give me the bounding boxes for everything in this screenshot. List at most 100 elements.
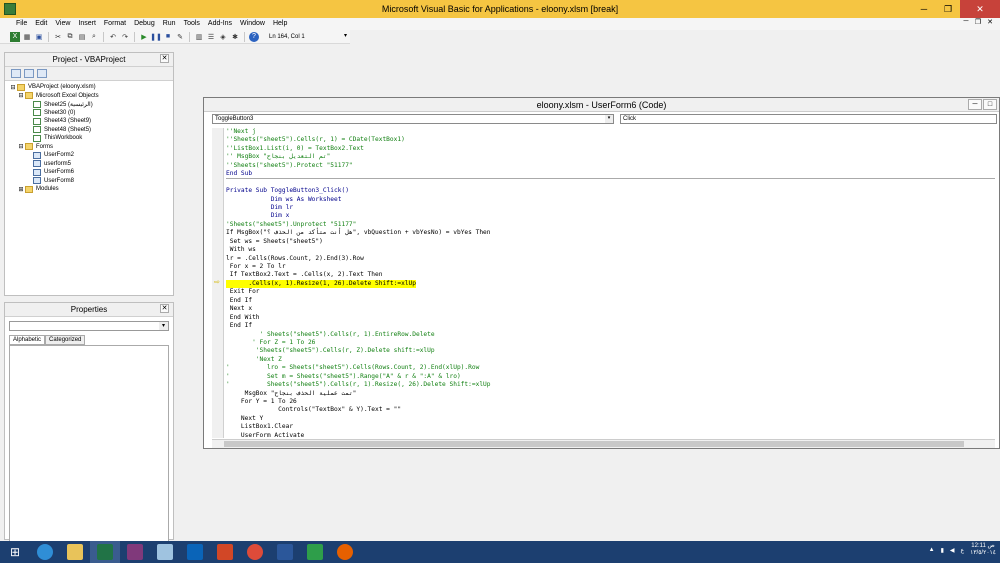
store-icon[interactable] bbox=[300, 541, 330, 563]
code-line[interactable]: ' Sheets("sheet5").Cells(r, 1).EntireRow… bbox=[226, 331, 995, 339]
code-line[interactable]: Controls("TextBox" & Y).Text = "" bbox=[226, 406, 995, 414]
onenote-icon[interactable] bbox=[120, 541, 150, 563]
project-explorer-icon[interactable]: ▥ bbox=[194, 32, 204, 42]
run-icon[interactable]: ▶ bbox=[139, 32, 149, 42]
procedure-combo[interactable]: Click bbox=[620, 114, 997, 124]
menu-edit[interactable]: Edit bbox=[31, 18, 51, 30]
properties-close-icon[interactable]: ✕ bbox=[160, 304, 169, 313]
menu-file[interactable]: File bbox=[12, 18, 31, 30]
project-close-icon[interactable]: ✕ bbox=[160, 54, 169, 63]
tree-item[interactable]: ⊞ Modules bbox=[9, 185, 169, 194]
code-line[interactable]: Next x bbox=[226, 305, 995, 313]
expander-icon[interactable]: ⊟ bbox=[17, 143, 25, 150]
chevron-down-icon[interactable]: ▾ bbox=[159, 322, 168, 330]
code-lines[interactable]: ''Next j ''Sheets("sheet5").Cells(r, 1) =… bbox=[226, 128, 995, 438]
paste-icon[interactable]: ▤ bbox=[77, 32, 87, 42]
minimize-button[interactable]: ─ bbox=[912, 0, 936, 18]
code-line[interactable]: End If bbox=[226, 322, 995, 330]
close-button[interactable]: ✕ bbox=[960, 0, 1000, 18]
network-icon[interactable]: ▮ bbox=[941, 547, 944, 554]
code-line[interactable]: Private Sub ToggleButton3_Click() bbox=[226, 187, 995, 195]
tree-item[interactable]: ⊟ VBAProject (eloony.xlsm) bbox=[9, 83, 169, 92]
code-line[interactable]: If TextBox2.Text = .Cells(x, 2).Text The… bbox=[226, 271, 995, 279]
mdi-restore-button[interactable]: ❐ bbox=[972, 18, 984, 26]
tree-item[interactable]: ⊟ Microsoft Excel Objects bbox=[9, 92, 169, 101]
break-icon[interactable]: ❚❚ bbox=[150, 32, 162, 42]
tree-item[interactable]: Sheet48 (Sheet5) bbox=[9, 126, 169, 135]
tree-item[interactable]: Sheet25 (الرئيسية) bbox=[9, 100, 169, 109]
code-line[interactable]: If MsgBox("هل أنت متأكد من الحذف ؟", vbQ… bbox=[226, 229, 995, 237]
code-line[interactable]: ''Next j bbox=[226, 128, 995, 136]
code-line[interactable]: '' MsgBox "تم التعديل بنجاح" bbox=[226, 153, 995, 161]
code-line[interactable]: MsgBox "تمت عملية الحذف بنجاح" bbox=[226, 390, 995, 398]
tree-item[interactable]: UserForm6 bbox=[9, 168, 169, 177]
code-line[interactable]: Dim lr bbox=[226, 204, 995, 212]
code-line[interactable]: 'Next Z bbox=[226, 356, 995, 364]
toolbar-options-icon[interactable]: ▾ bbox=[344, 32, 349, 42]
code-line[interactable]: ' Sheets("sheet5").Cells(r, 1).Resize(, … bbox=[226, 381, 995, 389]
code-editor[interactable]: ⇨ ''Next j ''Sheets("sheet5").Cells(r, 1)… bbox=[212, 128, 995, 438]
excel-taskbar-icon[interactable] bbox=[90, 541, 120, 563]
code-line[interactable]: Exit For bbox=[226, 288, 995, 296]
code-line[interactable]: ' Set m = Sheets("sheet5").Range("A" & r… bbox=[226, 373, 995, 381]
expander-icon[interactable]: ⊟ bbox=[9, 84, 17, 91]
menu-view[interactable]: View bbox=[51, 18, 74, 30]
file-explorer-icon[interactable] bbox=[60, 541, 90, 563]
menu-debug[interactable]: Debug bbox=[130, 18, 159, 30]
code-line[interactable]: ' lro = Sheets("sheet5").Cells(Rows.Coun… bbox=[226, 364, 995, 372]
ie-icon[interactable] bbox=[30, 541, 60, 563]
scrollbar-thumb[interactable] bbox=[224, 441, 964, 447]
toolbox-icon[interactable]: ✱ bbox=[230, 32, 240, 42]
chevron-down-icon[interactable]: ▾ bbox=[605, 115, 613, 123]
object-browser-icon[interactable]: ◈ bbox=[218, 32, 228, 42]
help-icon[interactable]: ? bbox=[249, 31, 259, 42]
view-object-icon[interactable] bbox=[24, 69, 34, 78]
menu-addins[interactable]: Add-Ins bbox=[204, 18, 236, 30]
menu-tools[interactable]: Tools bbox=[180, 18, 204, 30]
tree-item[interactable]: userform5 bbox=[9, 160, 169, 169]
menu-help[interactable]: Help bbox=[269, 18, 291, 30]
code-line[interactable]: With ws bbox=[226, 246, 995, 254]
code-line[interactable]: ''Sheets("sheet5").Protect "51177" bbox=[226, 162, 995, 170]
input-language[interactable]: ع bbox=[961, 547, 965, 554]
object-select[interactable]: ▾ bbox=[9, 321, 169, 331]
expander-icon[interactable]: ⊟ bbox=[17, 92, 25, 99]
tree-item[interactable]: Sheet43 (Sheet9) bbox=[9, 117, 169, 126]
mdi-close-button[interactable]: ✕ bbox=[984, 18, 996, 26]
code-line[interactable]: 'Sheets("sheet5").Unprotect "51177" bbox=[226, 221, 995, 229]
expander-icon[interactable]: ⊞ bbox=[17, 186, 25, 193]
tab-categorized[interactable]: Categorized bbox=[45, 335, 86, 345]
code-line[interactable]: UserForm_Activate bbox=[226, 432, 995, 438]
save-icon[interactable]: ▣ bbox=[34, 32, 44, 42]
menu-window[interactable]: Window bbox=[236, 18, 269, 30]
code-line[interactable]: ' For Z = 1 To 26 bbox=[226, 339, 995, 347]
toggle-folders-icon[interactable] bbox=[37, 69, 47, 78]
code-line[interactable]: lr = .Cells(Rows.Count, 2).End(3).Row bbox=[226, 255, 995, 263]
code-line[interactable]: ''Sheets("sheet5").Cells(r, 1) = CDate(T… bbox=[226, 136, 995, 144]
chrome-icon[interactable] bbox=[240, 541, 270, 563]
powerpoint-icon[interactable] bbox=[210, 541, 240, 563]
word-icon[interactable] bbox=[270, 541, 300, 563]
tree-item[interactable]: UserForm2 bbox=[9, 151, 169, 160]
notepad-icon[interactable] bbox=[150, 541, 180, 563]
tray-arrow-icon[interactable]: ▲ bbox=[929, 547, 935, 553]
find-icon[interactable]: ⌕ bbox=[89, 32, 99, 42]
menu-format[interactable]: Format bbox=[100, 18, 130, 30]
code-line[interactable]: For x = 2 To lr bbox=[226, 263, 995, 271]
copy-icon[interactable]: ⧉ bbox=[65, 32, 75, 42]
properties-grid[interactable] bbox=[9, 345, 169, 563]
tree-item[interactable]: ⊟ Forms bbox=[9, 143, 169, 152]
maximize-button[interactable]: ❐ bbox=[936, 0, 960, 18]
undo-icon[interactable]: ↶ bbox=[108, 32, 118, 42]
insert-userform-icon[interactable]: ▦ bbox=[22, 32, 32, 42]
menu-insert[interactable]: Insert bbox=[74, 18, 100, 30]
code-minimize-button[interactable]: ─ bbox=[968, 99, 982, 110]
design-mode-icon[interactable]: ✎ bbox=[175, 32, 185, 42]
tree-item[interactable]: UserForm8 bbox=[9, 177, 169, 186]
horizontal-scrollbar[interactable] bbox=[212, 439, 995, 448]
code-line[interactable] bbox=[226, 179, 995, 187]
code-line[interactable]: Set ws = Sheets("sheet5") bbox=[226, 238, 995, 246]
redo-icon[interactable]: ↷ bbox=[120, 32, 130, 42]
code-line[interactable]: End If bbox=[226, 297, 995, 305]
object-combo[interactable]: ToggleButton3 ▾ bbox=[212, 114, 614, 124]
